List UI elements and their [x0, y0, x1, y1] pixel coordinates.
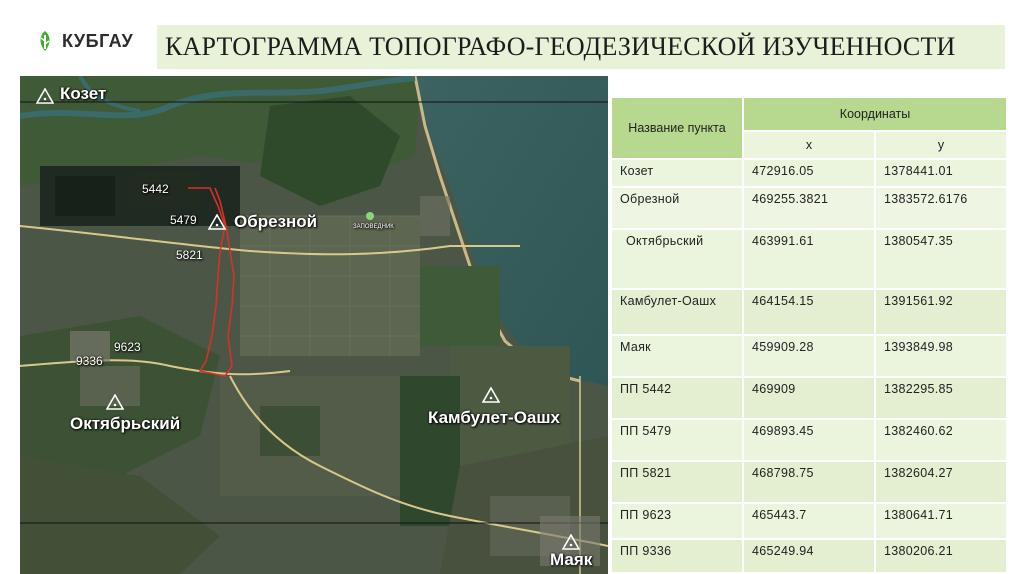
kubgau-logo: КУБГАУ — [36, 28, 133, 54]
cell-x: 468798.75 — [742, 460, 876, 504]
cell-x: 472916.05 — [742, 158, 876, 188]
cell-y: 1382295.85 — [873, 376, 1009, 420]
survey-point-triangle-icon — [208, 214, 226, 230]
table-row: ПП 5479 469893.45 1382460.62 — [610, 418, 1009, 462]
table-row: Камбулет-Оашх 464154.15 1391561.92 — [610, 288, 1009, 336]
header-x: x — [742, 130, 876, 160]
cell-x: 469255.3821 — [742, 186, 876, 230]
cell-name: Маяк — [610, 334, 744, 378]
header-point-name: Название пункта — [610, 96, 744, 160]
header-y: y — [873, 130, 1009, 160]
map-label-9623: 9623 — [114, 340, 141, 354]
cell-x: 464154.15 — [742, 288, 876, 336]
cell-y: 1378441.01 — [873, 158, 1009, 188]
cell-y: 1380641.71 — [873, 502, 1009, 540]
map-label-kambulet: Камбулет-Оашх — [428, 408, 560, 427]
leaf-logo-icon — [40, 31, 50, 51]
cell-name: Камбулет-Оашх — [610, 288, 744, 336]
map-label-mayak: Маяк — [550, 550, 593, 569]
cell-name: ПП 5479 — [610, 418, 744, 462]
header-coordinates: Координаты — [741, 96, 1009, 132]
map-label-obreznoy: Обрезной — [234, 212, 318, 231]
cell-y: 1393849.98 — [873, 334, 1009, 378]
cell-x: 463991.61 — [742, 228, 876, 290]
map-label-5479: 5479 — [170, 213, 197, 227]
logo-text: КУБГАУ — [62, 30, 134, 51]
cell-name: ПП 9623 — [610, 502, 744, 540]
table-row: ПП 9623 465443.7 1380641.71 — [610, 502, 1009, 540]
cell-x: 469893.45 — [742, 418, 876, 462]
table-row: ПП 5442 469909 1382295.85 — [610, 376, 1009, 420]
cell-x: 459909.28 — [742, 334, 876, 378]
survey-point-triangle-icon — [106, 394, 124, 410]
cell-y: 1380206.21 — [873, 538, 1009, 574]
cell-name: ПП 5442 — [610, 376, 744, 420]
table-row: Маяк 459909.28 1393849.98 — [610, 334, 1009, 378]
cell-x: 469909 — [742, 376, 876, 420]
cell-y: 1380547.35 — [873, 228, 1009, 290]
survey-point-triangle-icon — [482, 387, 500, 403]
map-label-5821: 5821 — [176, 248, 203, 262]
title-band: КАРТОГРАММА ТОПОГРАФО-ГЕОДЕЗИЧЕСКОЙ ИЗУЧ… — [157, 25, 1005, 69]
table-row: ПП 5821 468798.75 1382604.27 — [610, 460, 1009, 504]
cell-name: ПП 9336 — [610, 538, 744, 574]
cell-y: 1391561.92 — [873, 288, 1009, 336]
survey-point-triangle-icon — [36, 88, 54, 104]
map-label-9336: 9336 — [76, 354, 103, 368]
cell-x: 465443.7 — [742, 502, 876, 540]
map-label-reserve: ЗАПОВЕДНИК — [353, 224, 394, 230]
survey-point-triangle-icon — [562, 534, 580, 550]
table-row: Козет 472916.05 1378441.01 — [610, 158, 1009, 188]
cell-y: 1382604.27 — [873, 460, 1009, 504]
cell-name: Октябрьский — [610, 228, 744, 290]
cell-name: ПП 5821 — [610, 460, 744, 504]
table-row: ПП 9336 465249.94 1380206.21 — [610, 538, 1009, 574]
cell-y: 1382460.62 — [873, 418, 1009, 462]
map-label-5442: 5442 — [142, 182, 169, 196]
page-title: КАРТОГРАММА ТОПОГРАФО-ГЕОДЕЗИЧЕСКОЙ ИЗУЧ… — [165, 32, 956, 61]
satellite-map: Козет Обрезной Октябрьский Камбулет-Оашх… — [20, 76, 608, 574]
map-terrain — [20, 76, 608, 574]
table-row: Октябрьский 463991.61 1380547.35 — [610, 228, 1009, 290]
map-label-kozet: Козет — [60, 84, 107, 103]
cell-name: Обрезной — [610, 186, 744, 230]
cell-y: 1383572.6176 — [873, 186, 1009, 230]
cell-name: Козет — [610, 158, 744, 188]
cell-x: 465249.94 — [742, 538, 876, 574]
table-row: Обрезной 469255.3821 1383572.6176 — [610, 186, 1009, 230]
coordinates-table: Название пункта Координаты x y Козет 472… — [610, 96, 1009, 574]
map-label-oktyabrsky: Октябрьский — [70, 414, 181, 433]
